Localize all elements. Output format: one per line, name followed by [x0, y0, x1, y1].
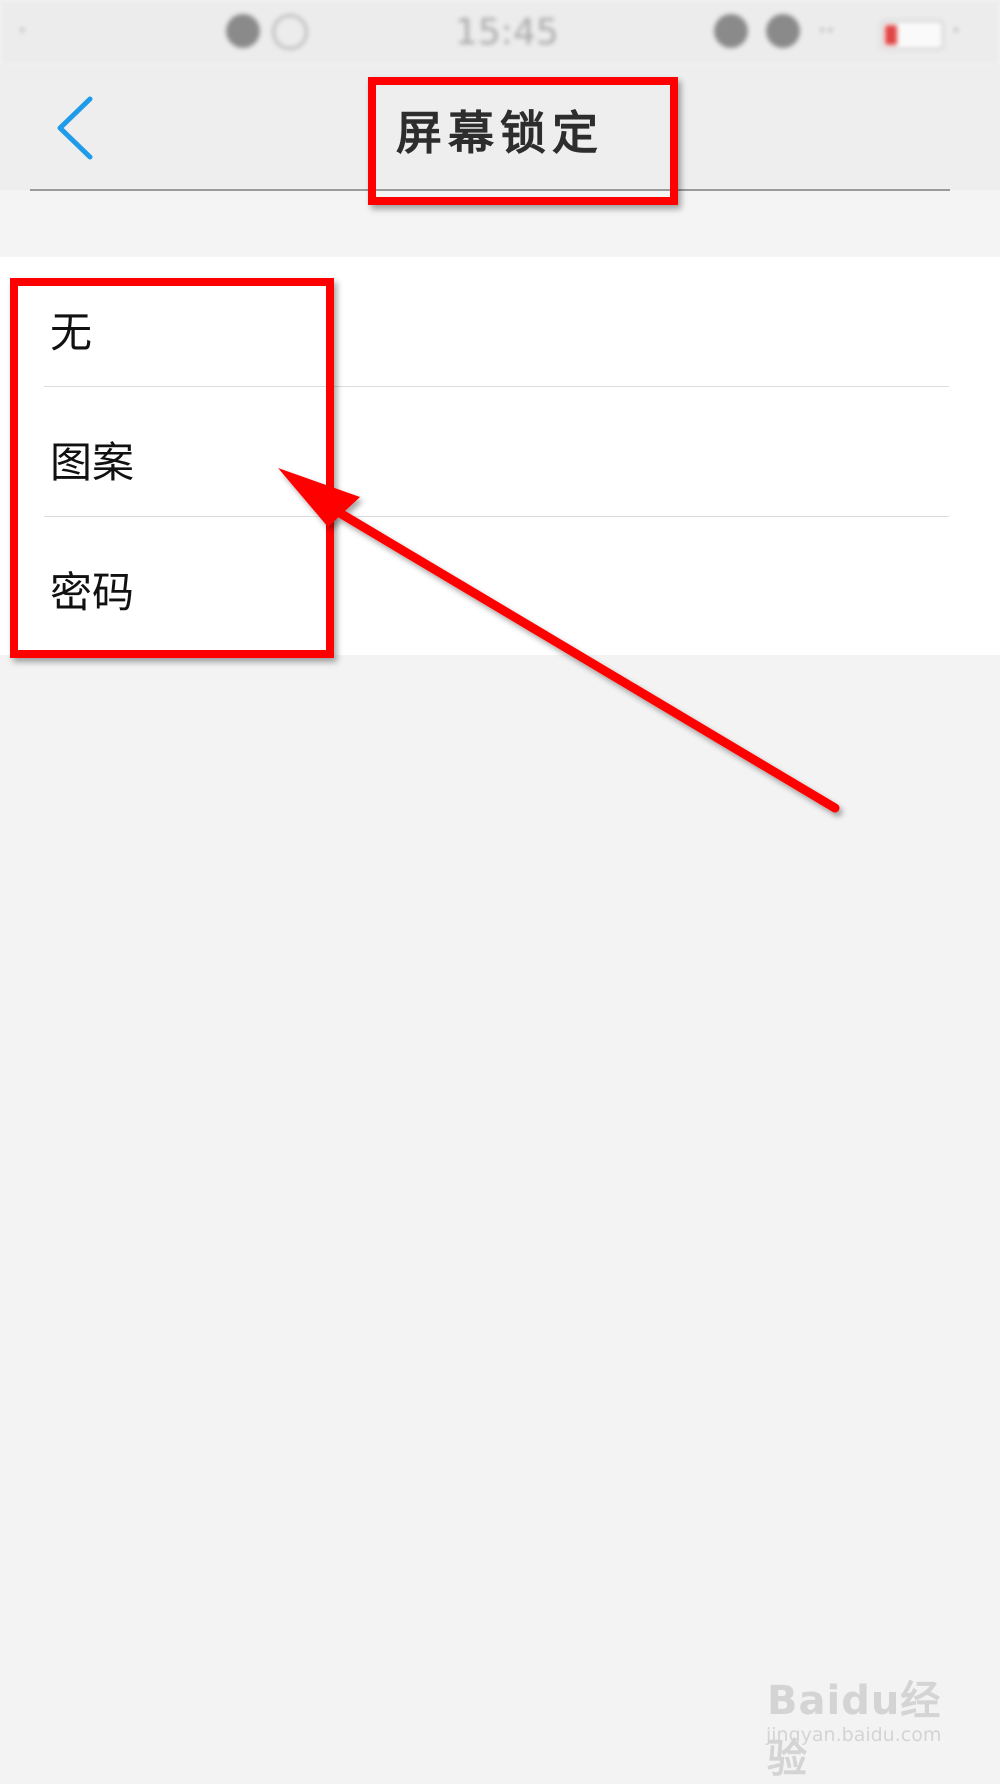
baidu-watermark: Baidu经验 jingyan.baidu.com — [762, 1668, 982, 1782]
annotation-arrow — [278, 468, 840, 813]
watermark-url: jingyan.baidu.com — [766, 1724, 942, 1746]
